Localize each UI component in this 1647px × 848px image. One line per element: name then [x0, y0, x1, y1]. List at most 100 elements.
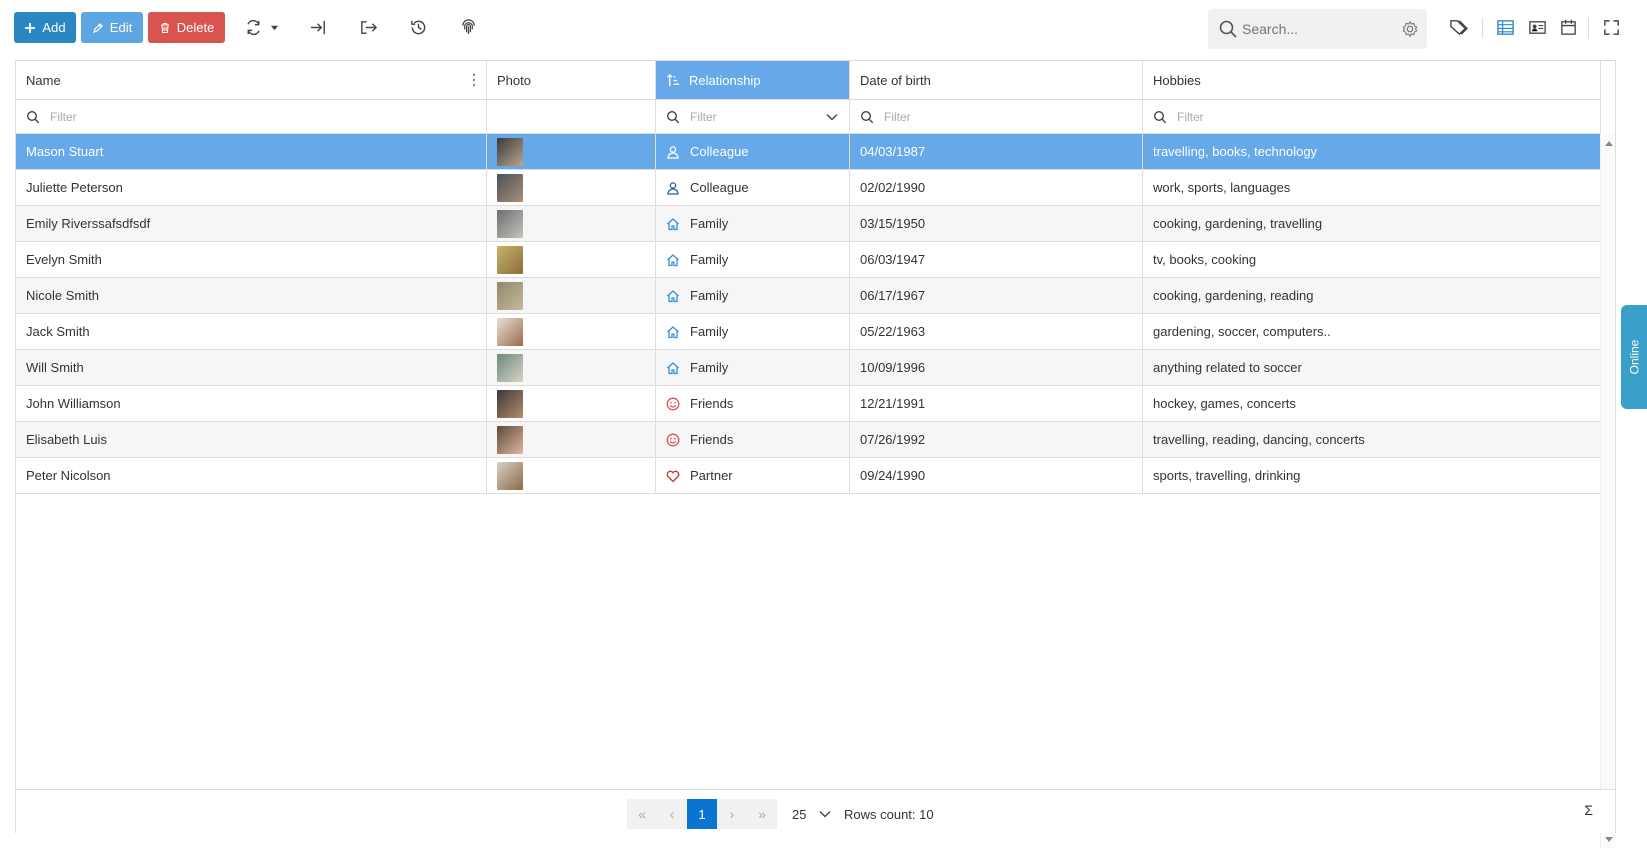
cell-hobbies[interactable]: travelling, reading, dancing, concerts: [1143, 422, 1601, 457]
table-row[interactable]: Nicole Smith Family 06/17/1967 cooking, …: [16, 278, 1601, 314]
column-header-hobbies[interactable]: Hobbies: [1143, 61, 1601, 99]
cell-name[interactable]: Mason Stuart: [16, 134, 487, 169]
cell-relationship[interactable]: Colleague: [656, 134, 850, 169]
cell-photo[interactable]: [487, 314, 656, 349]
cell-name[interactable]: Nicole Smith: [16, 278, 487, 313]
divider: [1482, 18, 1483, 38]
add-button[interactable]: Add: [14, 12, 76, 43]
table-row[interactable]: Mason Stuart Colleague 04/03/1987 travel…: [16, 134, 1601, 170]
cell-date-of-birth[interactable]: 04/03/1987: [850, 134, 1143, 169]
cell-date-of-birth[interactable]: 07/26/1992: [850, 422, 1143, 457]
cell-name[interactable]: John Williamson: [16, 386, 487, 421]
cell-photo[interactable]: [487, 242, 656, 277]
cell-relationship[interactable]: Partner: [656, 458, 850, 493]
cell-name[interactable]: Jack Smith: [16, 314, 487, 349]
cell-photo[interactable]: [487, 386, 656, 421]
cell-relationship[interactable]: Family: [656, 314, 850, 349]
cell-name[interactable]: Juliette Peterson: [16, 170, 487, 205]
cell-photo[interactable]: [487, 350, 656, 385]
page-size-select[interactable]: 25: [792, 799, 832, 829]
import-icon[interactable]: [306, 15, 330, 39]
table-view-icon[interactable]: [1493, 15, 1517, 39]
page-button[interactable]: 1: [687, 799, 717, 829]
table-row[interactable]: Evelyn Smith Family 06/03/1947 tv, books…: [16, 242, 1601, 278]
cell-name[interactable]: Peter Nicolson: [16, 458, 487, 493]
cell-relationship[interactable]: Family: [656, 242, 850, 277]
table-row[interactable]: Jack Smith Family 05/22/1963 gardening, …: [16, 314, 1601, 350]
filter-hobbies[interactable]: Filter: [1143, 100, 1601, 133]
scroll-up-icon[interactable]: [1605, 140, 1613, 146]
table-row[interactable]: Will Smith Family 10/09/1996 anything re…: [16, 350, 1601, 386]
cell-relationship[interactable]: Friends: [656, 386, 850, 421]
caret-down-icon[interactable]: [268, 15, 280, 39]
search-input[interactable]: [1242, 18, 1402, 40]
cell-photo[interactable]: [487, 458, 656, 493]
column-header-photo[interactable]: Photo: [487, 61, 656, 99]
cell-hobbies[interactable]: gardening, soccer, computers..: [1143, 314, 1601, 349]
cell-relationship[interactable]: Family: [656, 350, 850, 385]
cell-photo[interactable]: [487, 422, 656, 457]
table-row[interactable]: Elisabeth Luis Friends 07/26/1992 travel…: [16, 422, 1601, 458]
cell-date-of-birth[interactable]: 02/02/1990: [850, 170, 1143, 205]
prev-page-button[interactable]: ‹: [657, 799, 687, 829]
cell-hobbies[interactable]: cooking, gardening, reading: [1143, 278, 1601, 313]
export-icon[interactable]: [356, 15, 380, 39]
fullscreen-icon[interactable]: [1599, 15, 1623, 39]
cell-date-of-birth[interactable]: 12/21/1991: [850, 386, 1143, 421]
cell-hobbies[interactable]: travelling, books, technology: [1143, 134, 1601, 169]
cell-hobbies[interactable]: cooking, gardening, travelling: [1143, 206, 1601, 241]
cell-date-of-birth[interactable]: 06/17/1967: [850, 278, 1143, 313]
cell-hobbies[interactable]: sports, travelling, drinking: [1143, 458, 1601, 493]
cell-relationship[interactable]: Family: [656, 278, 850, 313]
scroll-down-icon[interactable]: [1605, 837, 1613, 843]
table-row[interactable]: Emily Riverssafsdfsdf Family 03/15/1950 …: [16, 206, 1601, 242]
chevron-down-icon[interactable]: [825, 110, 839, 124]
cell-photo[interactable]: [487, 278, 656, 313]
vertical-scrollbar[interactable]: [1600, 134, 1615, 848]
cell-name[interactable]: Elisabeth Luis: [16, 422, 487, 457]
cell-relationship[interactable]: Friends: [656, 422, 850, 457]
cell-name[interactable]: Evelyn Smith: [16, 242, 487, 277]
column-header-name[interactable]: Name: [16, 61, 487, 99]
cell-photo[interactable]: [487, 170, 656, 205]
cell-date-of-birth[interactable]: 03/15/1950: [850, 206, 1143, 241]
cell-hobbies[interactable]: anything related to soccer: [1143, 350, 1601, 385]
online-tab[interactable]: Online: [1621, 305, 1647, 409]
cell-hobbies[interactable]: tv, books, cooking: [1143, 242, 1601, 277]
tags-icon[interactable]: [1446, 15, 1470, 39]
cell-date-of-birth[interactable]: 06/03/1947: [850, 242, 1143, 277]
cell-name[interactable]: Will Smith: [16, 350, 487, 385]
edit-button[interactable]: Edit: [81, 12, 143, 43]
cell-name[interactable]: Emily Riverssafsdfsdf: [16, 206, 487, 241]
fingerprint-icon[interactable]: [456, 15, 480, 39]
search-box: [1208, 9, 1427, 49]
first-page-button[interactable]: «: [627, 799, 657, 829]
column-header-date-of-birth[interactable]: Date of birth: [850, 61, 1143, 99]
table-row[interactable]: John Williamson Friends 12/21/1991 hocke…: [16, 386, 1601, 422]
calendar-icon[interactable]: [1556, 15, 1580, 39]
column-header-relationship[interactable]: Relationship: [656, 61, 850, 99]
cell-photo[interactable]: [487, 134, 656, 169]
cell-photo[interactable]: [487, 206, 656, 241]
cell-relationship[interactable]: Colleague: [656, 170, 850, 205]
cell-hobbies[interactable]: work, sports, languages: [1143, 170, 1601, 205]
table-row[interactable]: Juliette Peterson Colleague 02/02/1990 w…: [16, 170, 1601, 206]
cell-hobbies[interactable]: hockey, games, concerts: [1143, 386, 1601, 421]
refresh-icon[interactable]: [241, 15, 265, 39]
gear-icon[interactable]: [1401, 20, 1419, 38]
filter-relationship[interactable]: Filter: [656, 100, 850, 133]
summary-sigma-button[interactable]: Σ: [1584, 802, 1593, 818]
card-view-icon[interactable]: [1525, 15, 1549, 39]
cell-date-of-birth[interactable]: 09/24/1990: [850, 458, 1143, 493]
history-icon[interactable]: [406, 15, 430, 39]
filter-name[interactable]: Filter: [16, 100, 487, 133]
delete-button[interactable]: Delete: [148, 12, 225, 43]
cell-date-of-birth[interactable]: 10/09/1996: [850, 350, 1143, 385]
cell-date-of-birth[interactable]: 05/22/1963: [850, 314, 1143, 349]
filter-date-of-birth[interactable]: Filter: [850, 100, 1143, 133]
cell-relationship[interactable]: Family: [656, 206, 850, 241]
more-vertical-icon[interactable]: [472, 73, 476, 87]
last-page-button[interactable]: »: [747, 799, 777, 829]
next-page-button[interactable]: ›: [717, 799, 747, 829]
table-row[interactable]: Peter Nicolson Partner 09/24/1990 sports…: [16, 458, 1601, 494]
